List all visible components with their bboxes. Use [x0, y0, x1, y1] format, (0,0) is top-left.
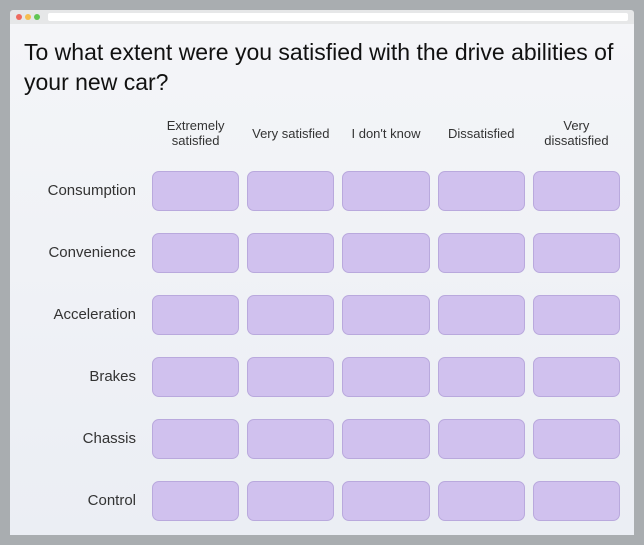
option-acceleration-i-dont-know[interactable]: [342, 295, 429, 335]
option-consumption-dissatisfied[interactable]: [438, 171, 525, 211]
browser-chrome-bar: [10, 10, 634, 24]
col-header: Very dissatisfied: [533, 118, 620, 149]
option-chassis-dissatisfied[interactable]: [438, 419, 525, 459]
option-control-very-dissatisfied[interactable]: [533, 481, 620, 521]
option-brakes-extremely-satisfied[interactable]: [152, 357, 239, 397]
option-acceleration-dissatisfied[interactable]: [438, 295, 525, 335]
option-convenience-very-satisfied[interactable]: [247, 233, 334, 273]
row-label: Brakes: [24, 368, 144, 385]
col-header: Very satisfied: [247, 126, 334, 142]
option-brakes-very-dissatisfied[interactable]: [533, 357, 620, 397]
url-bar[interactable]: [48, 13, 628, 21]
matrix-grid: Extremely satisfied Very satisfied I don…: [24, 118, 620, 521]
option-chassis-very-satisfied[interactable]: [247, 419, 334, 459]
option-convenience-i-dont-know[interactable]: [342, 233, 429, 273]
option-chassis-extremely-satisfied[interactable]: [152, 419, 239, 459]
close-window-icon[interactable]: [16, 14, 22, 20]
row-label: Consumption: [24, 182, 144, 199]
option-acceleration-very-dissatisfied[interactable]: [533, 295, 620, 335]
option-chassis-i-dont-know[interactable]: [342, 419, 429, 459]
minimize-window-icon[interactable]: [25, 14, 31, 20]
row-label: Acceleration: [24, 306, 144, 323]
option-control-dissatisfied[interactable]: [438, 481, 525, 521]
window-controls: [16, 14, 40, 20]
option-chassis-very-dissatisfied[interactable]: [533, 419, 620, 459]
row-label: Control: [24, 492, 144, 509]
option-convenience-extremely-satisfied[interactable]: [152, 233, 239, 273]
option-consumption-very-satisfied[interactable]: [247, 171, 334, 211]
option-consumption-extremely-satisfied[interactable]: [152, 171, 239, 211]
row-label: Convenience: [24, 244, 144, 261]
option-convenience-very-dissatisfied[interactable]: [533, 233, 620, 273]
row-label: Chassis: [24, 430, 144, 447]
col-header: Dissatisfied: [438, 126, 525, 142]
option-consumption-i-dont-know[interactable]: [342, 171, 429, 211]
option-control-very-satisfied[interactable]: [247, 481, 334, 521]
option-brakes-i-dont-know[interactable]: [342, 357, 429, 397]
option-consumption-very-dissatisfied[interactable]: [533, 171, 620, 211]
option-control-i-dont-know[interactable]: [342, 481, 429, 521]
option-acceleration-very-satisfied[interactable]: [247, 295, 334, 335]
col-header: I don't know: [342, 126, 429, 142]
option-acceleration-extremely-satisfied[interactable]: [152, 295, 239, 335]
question-title: To what extent were you satisfied with t…: [24, 38, 620, 98]
survey-page: To what extent were you satisfied with t…: [10, 24, 634, 535]
maximize-window-icon[interactable]: [34, 14, 40, 20]
col-header: Extremely satisfied: [152, 118, 239, 149]
option-control-extremely-satisfied[interactable]: [152, 481, 239, 521]
option-convenience-dissatisfied[interactable]: [438, 233, 525, 273]
option-brakes-very-satisfied[interactable]: [247, 357, 334, 397]
option-brakes-dissatisfied[interactable]: [438, 357, 525, 397]
